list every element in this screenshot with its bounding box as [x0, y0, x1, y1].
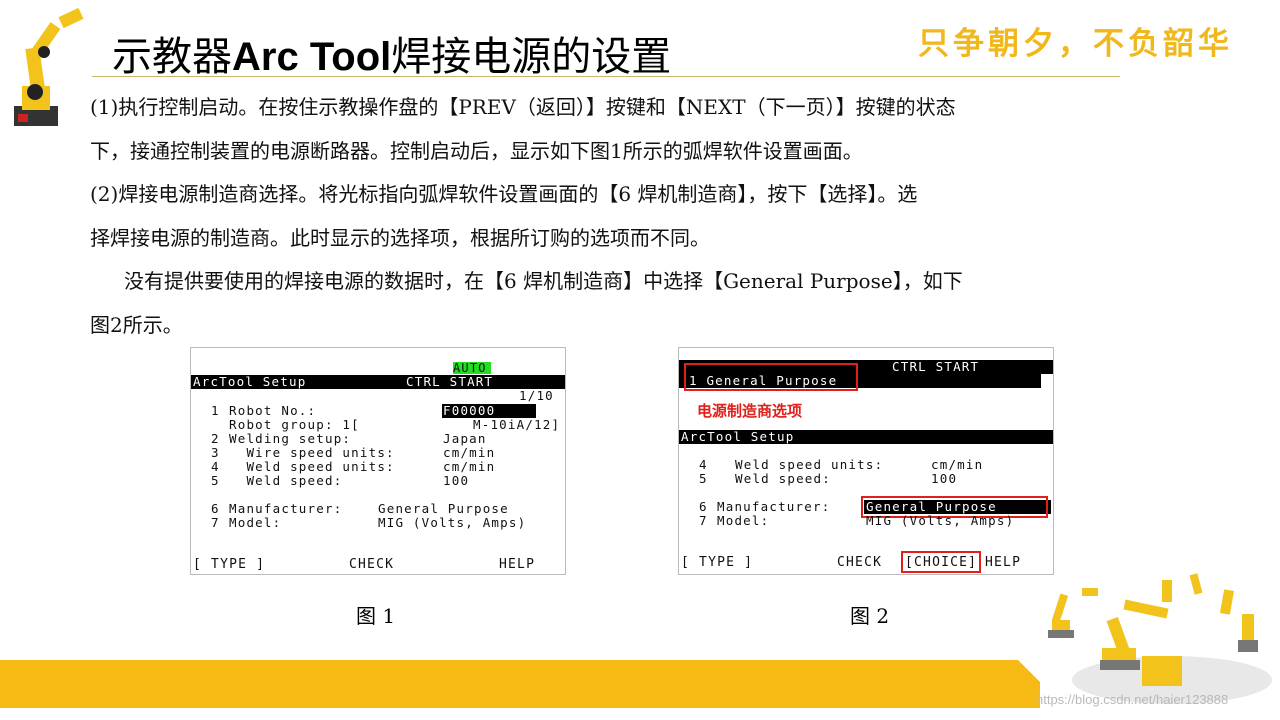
row-value: M-10iA/12] — [473, 417, 561, 432]
row-label: Robot group: 1[ — [229, 417, 360, 432]
row-label: Robot No.: — [229, 403, 317, 418]
softkey-check[interactable]: CHECK — [349, 558, 394, 572]
row-num: 4 — [211, 459, 220, 474]
row-value: General Purpose — [378, 501, 509, 516]
row-num: 7 — [211, 515, 220, 530]
row-label: Model: — [229, 515, 282, 530]
row-value-selected: F00000 — [443, 403, 496, 418]
softkey-help[interactable]: HELP — [499, 558, 535, 572]
auto-status-text: AUTO — [453, 361, 487, 375]
row-value: MIG (Volts, Amps) — [866, 513, 1015, 528]
option-highlight-box — [684, 363, 858, 391]
row-value: MIG (Volts, Amps) — [378, 515, 527, 530]
row-num: 3 — [211, 445, 220, 460]
screen2-header-right: CTRL START — [892, 359, 980, 374]
annotation-manufacturer-options: 电源制造商选项 — [697, 402, 803, 420]
paragraph-line: 下，接通控制装置的电源断路器。控制启动后，显示如下图1所示的弧焊软件设置画面。 — [90, 138, 863, 163]
screen1-header-left: ArcTool Setup — [193, 374, 307, 389]
row-value: 100 — [931, 471, 958, 486]
footer-band — [0, 660, 1040, 708]
page-indicator: 1/10 — [519, 388, 554, 403]
row-value: cm/min — [443, 459, 496, 474]
row-label: Weld speed: — [735, 471, 831, 486]
row-num: 5 — [699, 471, 708, 486]
row-label: Wire speed units: — [229, 445, 395, 460]
slide-title: 示教器Arc Tool焊接电源的设置 — [112, 24, 671, 82]
row-value: Japan — [443, 431, 487, 446]
screen1-header-right: CTRL START — [406, 374, 494, 389]
watermark: https://blog.csdn.net/haier123888 — [1036, 692, 1229, 707]
caption-figure-1: 图 1 — [356, 604, 396, 628]
teach-pendant-screen-2: CTRL START 1 General Purpose 电源制造商选项 Arc… — [678, 347, 1054, 575]
paragraph-line: 择焊接电源的制造商。此时显示的选择项，根据所订购的选项而不同。 — [90, 225, 710, 250]
softkey-type[interactable]: [ TYPE ] — [193, 558, 265, 572]
row-value: cm/min — [931, 457, 984, 472]
row-num: 4 — [699, 457, 708, 472]
robot-arm-logo — [14, 8, 84, 126]
slogan: 只争朝夕，不负韶华 — [918, 26, 1233, 62]
robot-arms-illustration — [1048, 573, 1272, 704]
paragraph-line: 没有提供要使用的焊接电源的数据时，在【6 焊机制造商】中选择【General P… — [124, 269, 963, 293]
row-label: Weld speed units: — [229, 459, 395, 474]
title-part1: 示教器 — [112, 34, 232, 80]
row-label: Model: — [717, 513, 770, 528]
screen2-header-left: ArcTool Setup — [681, 429, 795, 444]
row-label: Weld speed: — [229, 473, 343, 488]
softkey-check[interactable]: CHECK — [837, 556, 882, 570]
row-num: 6 — [699, 499, 708, 514]
caption-figure-2: 图 2 — [850, 604, 890, 628]
title-underline — [92, 76, 1120, 77]
title-part2: 焊接电源的设置 — [391, 34, 672, 80]
row-value: cm/min — [443, 445, 496, 460]
row-num: 5 — [211, 473, 220, 488]
row-label: Welding setup: — [229, 431, 352, 446]
softkey-type[interactable]: [ TYPE ] — [681, 556, 753, 570]
title-arc-tool: Arc Tool — [232, 35, 392, 79]
softkey-help[interactable]: HELP — [985, 556, 1021, 570]
paragraph-line: (2)焊接电源制造商选择。将光标指向弧焊软件设置画面的【6 焊机制造商】，按下【… — [90, 182, 918, 206]
row-num: 6 — [211, 501, 220, 516]
row-num: 1 — [211, 403, 220, 418]
row-label: Weld speed units: — [735, 457, 884, 472]
body-text: (1)执行控制启动。在按住示教操作盘的【PREV（返回）】按键和【NEXT（下一… — [90, 86, 1130, 347]
row-num: 7 — [699, 513, 708, 528]
row-value: 100 — [443, 473, 470, 488]
row-label: Manufacturer: — [229, 501, 343, 516]
paragraph-line: 图2所示。 — [90, 312, 183, 337]
teach-pendant-screen-1: AUTO ArcTool Setup CTRL START 1/10 1 Rob… — [190, 347, 566, 575]
row-num: 2 — [211, 431, 220, 446]
paragraph-line: (1)执行控制启动。在按住示教操作盘的【PREV（返回）】按键和【NEXT（下一… — [90, 95, 956, 119]
choice-highlight-box — [901, 551, 981, 573]
row-label: Manufacturer: — [717, 499, 831, 514]
